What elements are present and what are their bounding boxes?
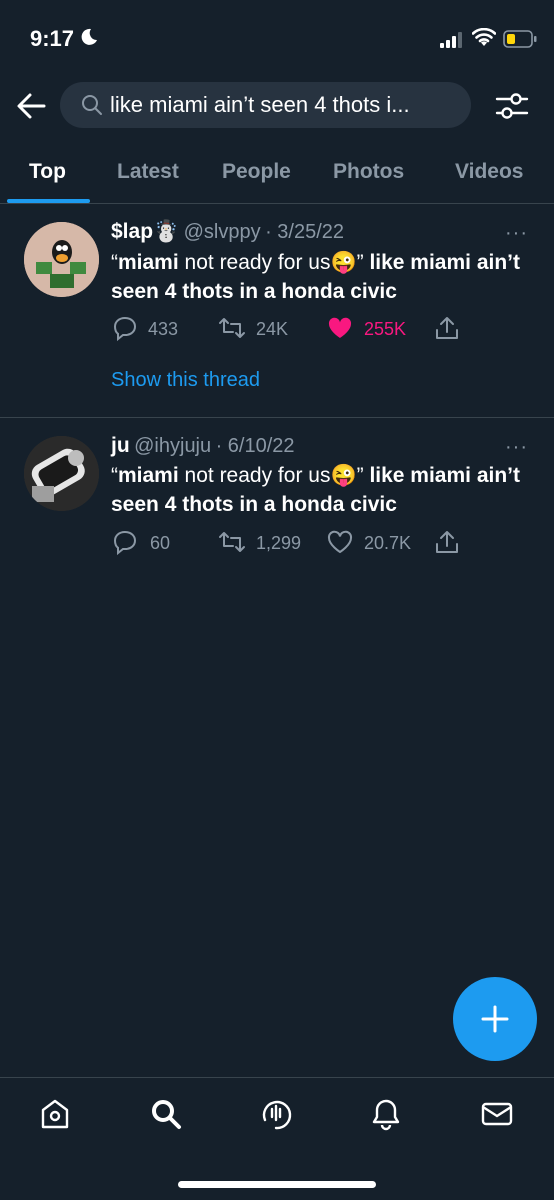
share-icon[interactable] [433,314,461,342]
reply-icon[interactable] [111,314,139,342]
tweet-date[interactable]: · 3/25/22 [265,221,344,243]
tab-top[interactable]: Top [29,158,66,186]
tab-photos[interactable]: Photos [333,158,404,186]
tab-videos[interactable]: Videos [455,158,523,186]
search-icon[interactable] [148,1096,184,1132]
more-options-icon[interactable]: ··· [505,436,528,459]
avatar-image [24,436,99,511]
tweet-text-plain: not ready for us😜” [178,464,370,487]
retweet-icon[interactable] [218,528,246,556]
tab-latest[interactable]: Latest [117,158,179,186]
tweet-header: ju @ihyjuju · 6/10/22 [111,434,295,458]
quote-mark: “ [111,464,118,487]
tabs-divider [0,203,554,204]
display-name[interactable]: ju [111,434,130,457]
tweet-text[interactable]: “miami not ready for us😜” like miami ain… [111,248,521,306]
status-time: 9:17 [30,26,75,51]
more-options-icon[interactable]: ··· [505,222,528,245]
tweet-text[interactable]: “miami not ready for us😜” like miami ain… [111,461,521,519]
display-name[interactable]: $lap☃️ [111,220,179,243]
filter-icon[interactable] [494,88,530,124]
retweet-icon[interactable] [218,314,246,342]
like-icon[interactable] [326,314,354,342]
tweet-divider [0,417,554,418]
tweet-text-plain: not ready for us😜” [178,251,370,274]
moon-icon [81,28,97,45]
avatar[interactable] [24,436,99,511]
compose-button[interactable] [453,977,537,1061]
tweet-date[interactable]: · 6/10/22 [216,435,295,457]
quote-mark: “ [111,251,118,274]
user-handle[interactable]: @ihyjuju [134,435,211,457]
home-indicator [178,1181,376,1188]
search-icon [82,95,102,115]
highlight-term: miami [118,464,179,487]
reply-count: 433 [148,319,179,339]
avatar[interactable] [24,222,99,297]
messages-icon[interactable] [479,1096,515,1132]
plus-icon [481,1005,509,1033]
retweet-count: 1,299 [256,533,302,553]
like-count: 255K [364,319,407,339]
wifi-icon [472,28,496,46]
user-handle[interactable]: @slvppy [184,221,261,243]
reply-icon[interactable] [111,528,139,556]
search-query[interactable]: like miami ain’t seen 4 thots i... [110,90,460,120]
highlight-term: miami [118,251,179,274]
back-arrow-icon[interactable] [14,90,48,122]
retweet-count: 24K [256,319,289,339]
show-thread-link[interactable]: Show this thread [111,369,260,392]
notifications-icon[interactable] [368,1096,404,1132]
bottom-nav-divider [0,1077,554,1078]
avatar-image [24,222,99,297]
share-icon[interactable] [433,528,461,556]
tweet-header: $lap☃️ @slvppy · 3/25/22 [111,220,344,244]
signal-icon [440,32,462,48]
reply-count: 60 [150,533,171,553]
battery-icon [503,30,537,48]
like-count: 20.7K [364,533,412,553]
spaces-icon[interactable] [258,1096,294,1132]
like-icon[interactable] [326,528,354,556]
home-icon[interactable] [37,1096,73,1132]
tab-people[interactable]: People [222,158,291,186]
